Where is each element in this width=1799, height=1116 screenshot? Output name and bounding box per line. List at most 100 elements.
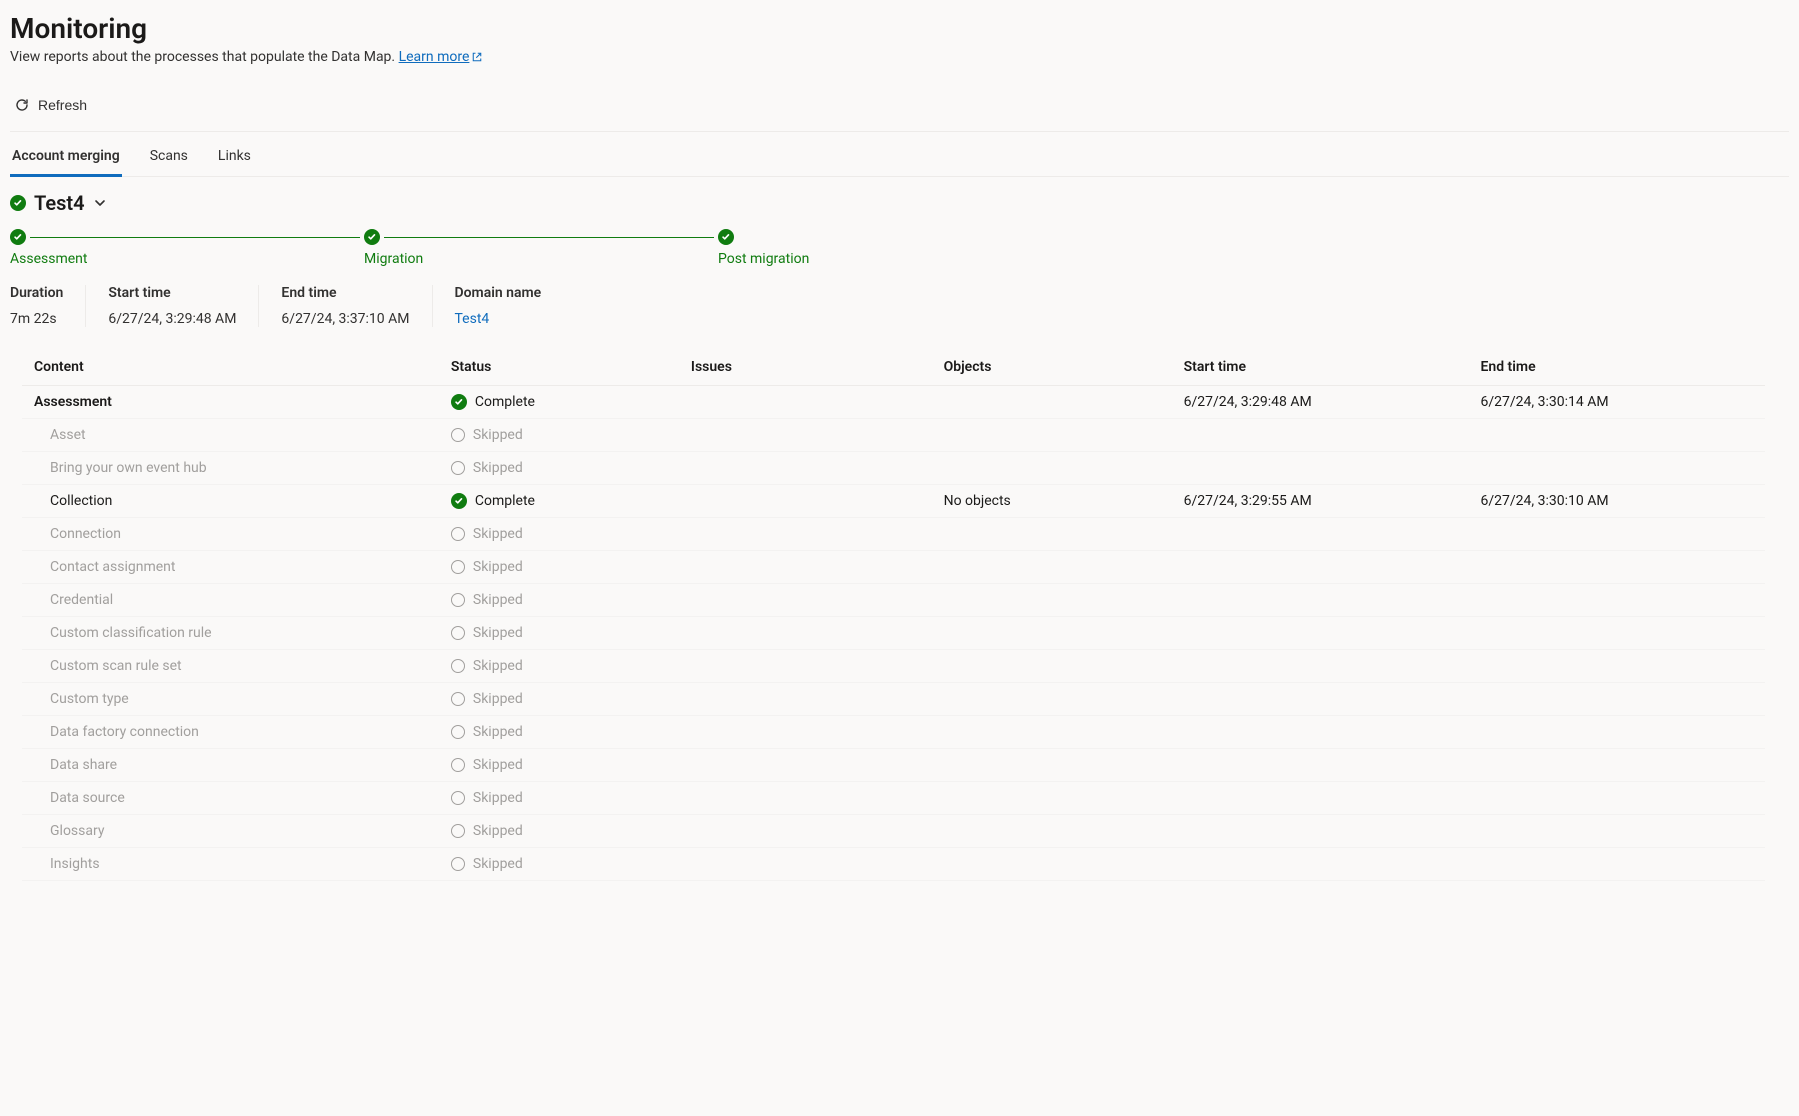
cell-end: [1468, 848, 1765, 881]
col-content[interactable]: Content: [22, 349, 439, 386]
table-row[interactable]: Glossary Skipped: [22, 815, 1765, 848]
cell-issues: [679, 848, 932, 881]
cell-content: Asset: [22, 419, 439, 452]
open-new-window-icon: [471, 51, 483, 63]
content-table: Content Status Issues Objects Start time…: [22, 349, 1765, 881]
cell-start: [1172, 551, 1469, 584]
cell-objects: [932, 848, 1172, 881]
table-row[interactable]: AssessmentComplete6/27/24, 3:29:48 AM6/2…: [22, 386, 1765, 419]
cell-end: 6/27/24, 3:30:10 AM: [1468, 485, 1765, 518]
cell-content: Credential: [22, 584, 439, 617]
col-start[interactable]: Start time: [1172, 349, 1469, 386]
cell-end: [1468, 716, 1765, 749]
cell-status: Skipped: [439, 782, 679, 815]
cell-content: Assessment: [22, 386, 439, 419]
cell-content: Custom scan rule set: [22, 650, 439, 683]
status-text: Skipped: [473, 856, 523, 872]
cell-status: Skipped: [439, 815, 679, 848]
table-row[interactable]: InsightsSkipped: [22, 848, 1765, 881]
cell-status: Skipped: [439, 584, 679, 617]
cell-end: [1468, 551, 1765, 584]
cell-status: Skipped: [439, 419, 679, 452]
cell-start: [1172, 419, 1469, 452]
refresh-button[interactable]: Refresh: [10, 91, 91, 119]
cell-start: [1172, 518, 1469, 551]
cell-content: Collection: [22, 485, 439, 518]
col-end[interactable]: End time: [1468, 349, 1765, 386]
cell-status: Skipped: [439, 452, 679, 485]
cell-issues: [679, 650, 932, 683]
domain-name-label: Domain name: [455, 285, 542, 301]
cell-objects: [932, 749, 1172, 782]
start-time-value: 6/27/24, 3:29:48 AM: [108, 311, 236, 327]
progress-step-migration: Migration: [364, 229, 718, 267]
cell-content: Data factory connection: [22, 716, 439, 749]
table-row[interactable]: Asset Skipped: [22, 419, 1765, 452]
status-text: Complete: [475, 493, 535, 509]
cell-issues: [679, 782, 932, 815]
table-row[interactable]: CollectionCompleteNo objects6/27/24, 3:2…: [22, 485, 1765, 518]
cell-status: Skipped: [439, 848, 679, 881]
toolbar: Refresh: [10, 91, 1789, 119]
status-text: Skipped: [473, 526, 523, 542]
cell-status: Skipped: [439, 518, 679, 551]
col-objects[interactable]: Objects: [932, 349, 1172, 386]
check-circle-icon: [10, 195, 26, 211]
cell-start: [1172, 749, 1469, 782]
cell-start: [1172, 716, 1469, 749]
page-title: Monitoring: [10, 12, 1789, 45]
status-text: Skipped: [473, 823, 523, 839]
cell-start: [1172, 848, 1469, 881]
table-row[interactable]: Custom scan rule setSkipped: [22, 650, 1765, 683]
cell-content: Glossary: [22, 815, 439, 848]
col-issues[interactable]: Issues: [679, 349, 932, 386]
cell-status: Skipped: [439, 551, 679, 584]
table-row[interactable]: Data sourceSkipped: [22, 782, 1765, 815]
domain-name-link[interactable]: Test4: [455, 311, 542, 327]
status-text: Skipped: [473, 559, 523, 575]
cell-end: [1468, 782, 1765, 815]
cell-content: Data source: [22, 782, 439, 815]
section-header[interactable]: Test4: [10, 191, 1789, 215]
cell-end: [1468, 518, 1765, 551]
cell-start: [1172, 650, 1469, 683]
circle-open-icon: [451, 758, 465, 772]
cell-start: [1172, 782, 1469, 815]
table-row[interactable]: Custom typeSkipped: [22, 683, 1765, 716]
tab-links[interactable]: Links: [216, 142, 253, 177]
cell-end: [1468, 617, 1765, 650]
cell-start: [1172, 815, 1469, 848]
table-row[interactable]: CredentialSkipped: [22, 584, 1765, 617]
check-circle-icon: [364, 229, 380, 245]
progress-step-label: Assessment: [10, 251, 87, 267]
status-text: Skipped: [473, 460, 523, 476]
tab-scans[interactable]: Scans: [148, 142, 190, 177]
cell-issues: [679, 485, 932, 518]
end-time-value: 6/27/24, 3:37:10 AM: [281, 311, 409, 327]
col-status[interactable]: Status: [439, 349, 679, 386]
circle-open-icon: [451, 560, 465, 574]
cell-end: 6/27/24, 3:30:14 AM: [1468, 386, 1765, 419]
circle-open-icon: [451, 593, 465, 607]
cell-issues: [679, 749, 932, 782]
table-row[interactable]: ConnectionSkipped: [22, 518, 1765, 551]
cell-issues: [679, 452, 932, 485]
check-circle-icon: [10, 229, 26, 245]
status-text: Skipped: [473, 427, 523, 443]
page-subtitle: View reports about the processes that po…: [10, 49, 1789, 65]
cell-issues: [679, 551, 932, 584]
table-row[interactable]: Custom classification ruleSkipped: [22, 617, 1765, 650]
cell-status: Skipped: [439, 716, 679, 749]
cell-objects: [932, 683, 1172, 716]
table-row[interactable]: Data factory connectionSkipped: [22, 716, 1765, 749]
learn-more-link[interactable]: Learn more: [399, 49, 484, 65]
cell-end: [1468, 452, 1765, 485]
cell-issues: [679, 419, 932, 452]
cell-content: Data share: [22, 749, 439, 782]
table-row[interactable]: Contact assignmentSkipped: [22, 551, 1765, 584]
tab-account-merging[interactable]: Account merging: [10, 142, 122, 177]
table-row[interactable]: Bring your own event hubSkipped: [22, 452, 1765, 485]
table-row[interactable]: Data shareSkipped: [22, 749, 1765, 782]
circle-open-icon: [451, 791, 465, 805]
cell-issues: [679, 683, 932, 716]
